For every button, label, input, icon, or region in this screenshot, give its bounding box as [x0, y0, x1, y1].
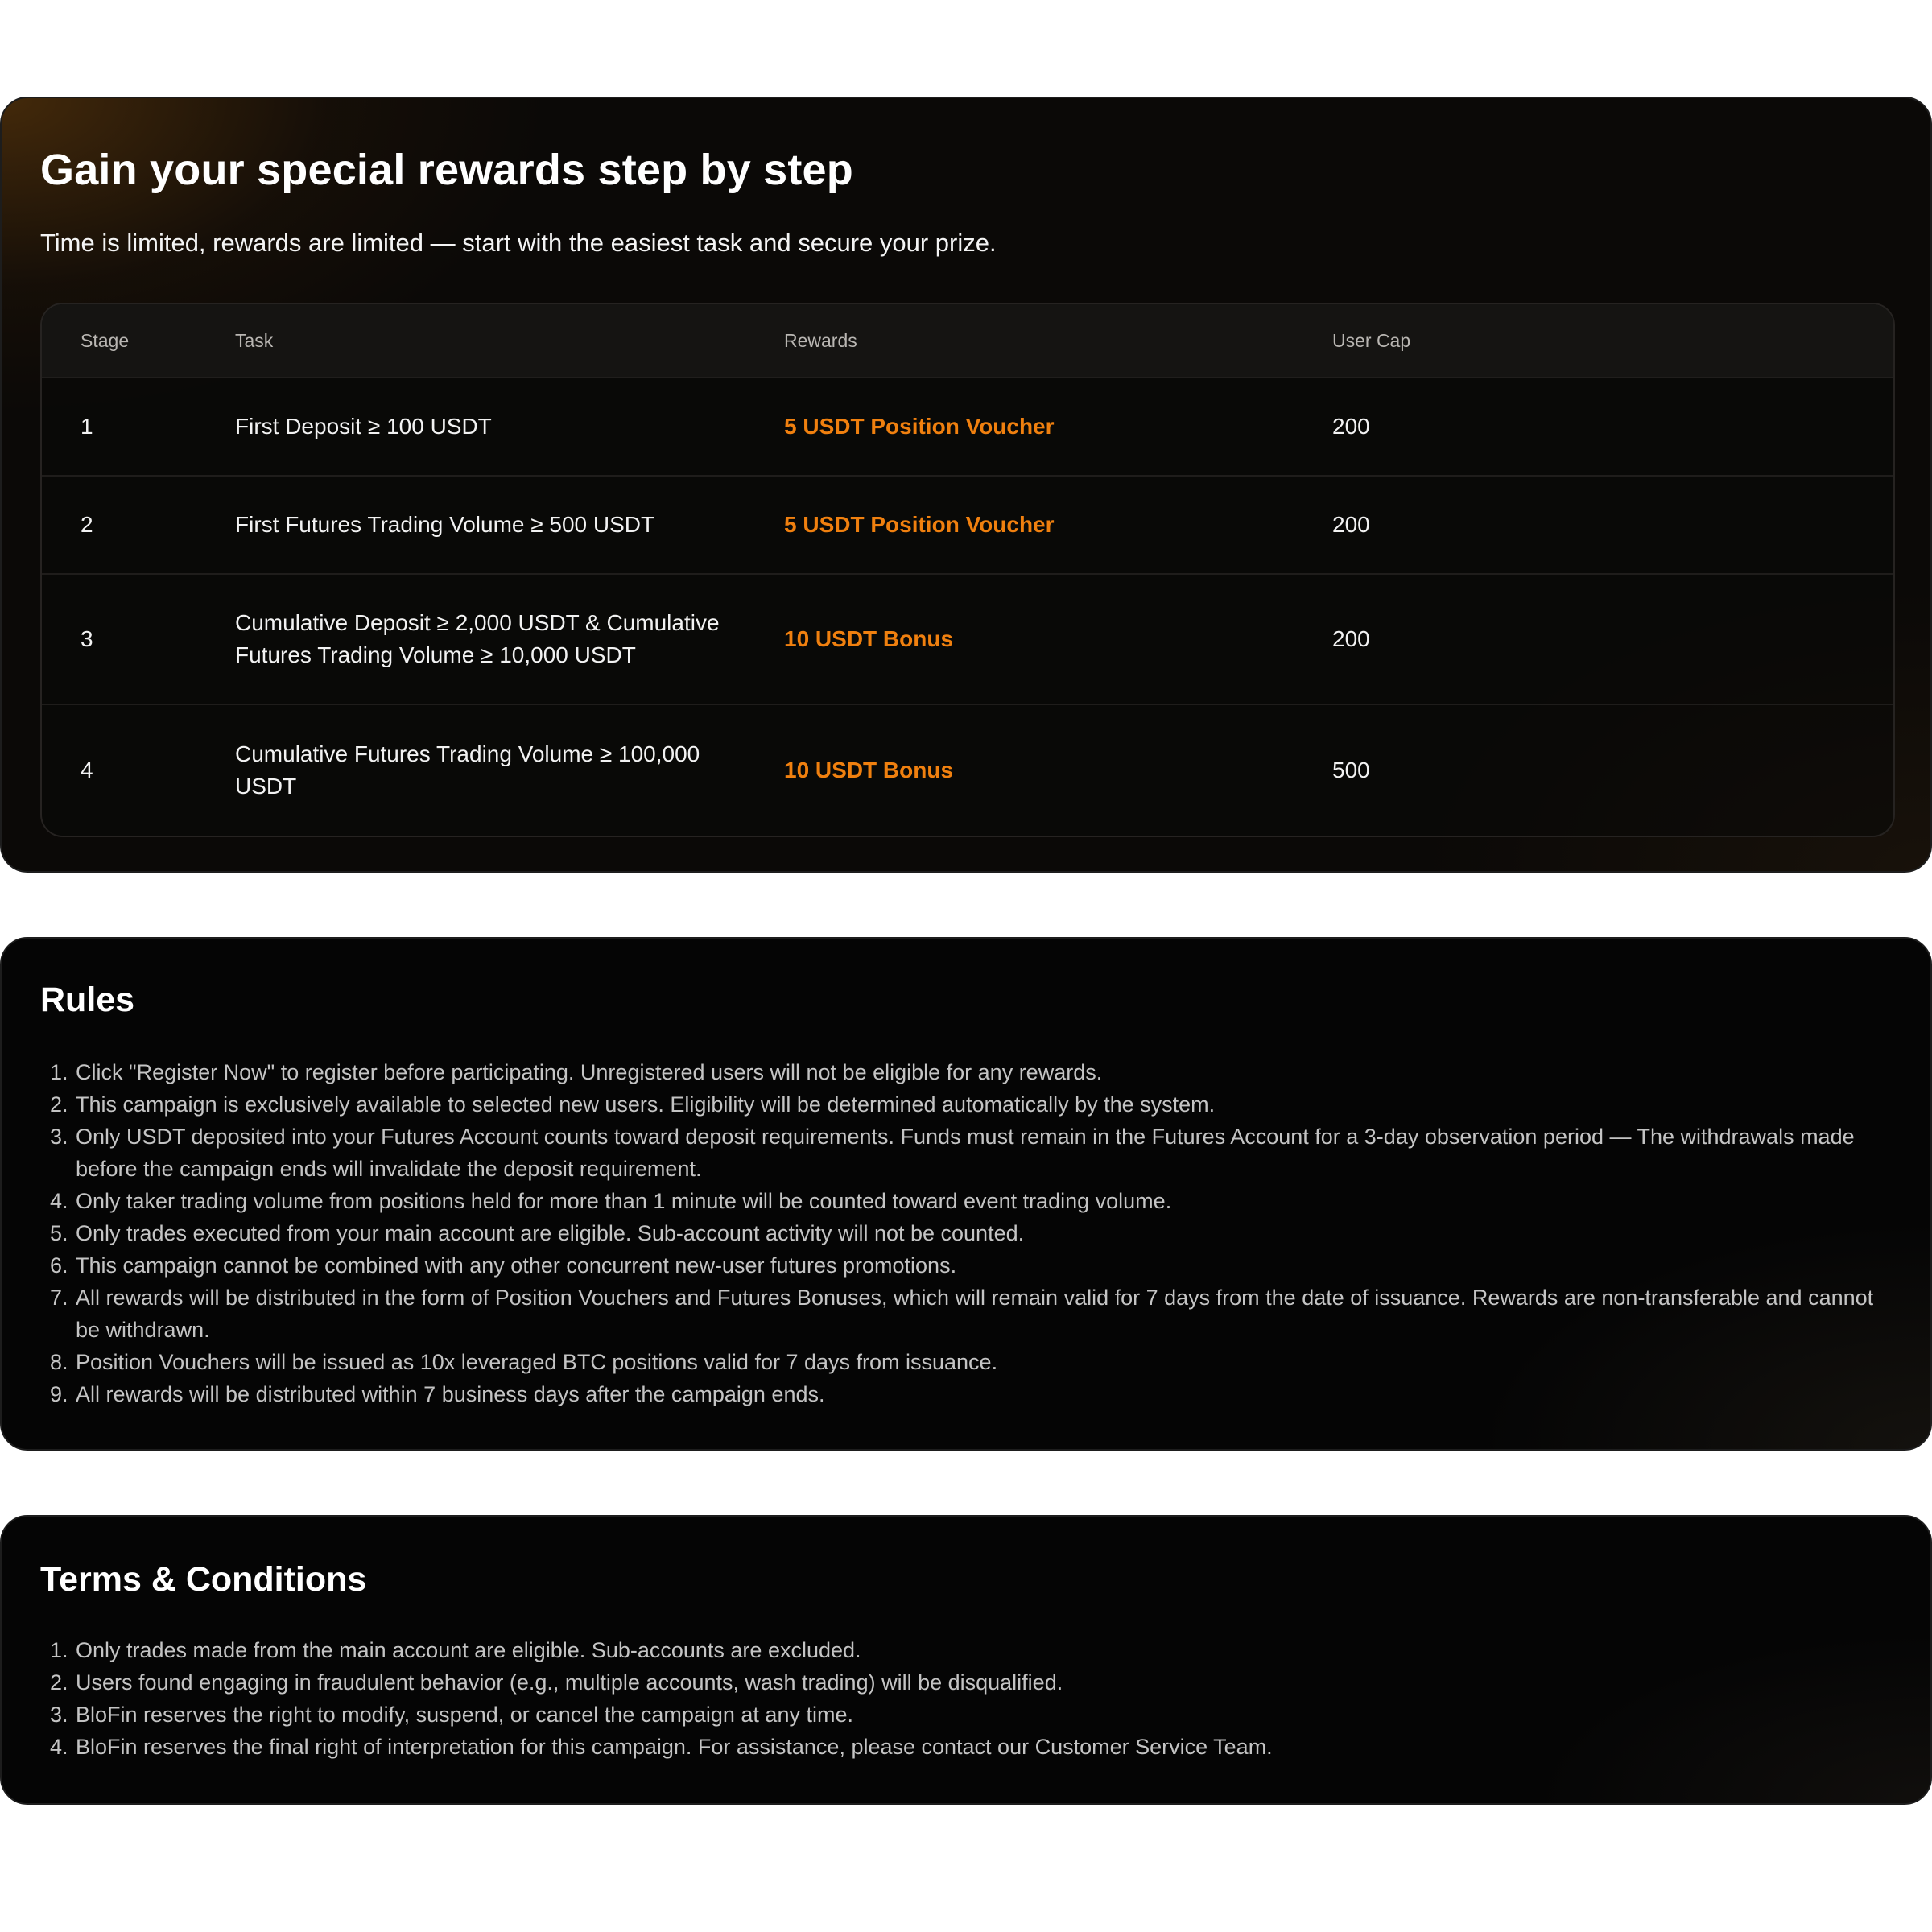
- list-item: All rewards will be distributed in the f…: [74, 1282, 1898, 1346]
- terms-card: Terms & Conditions Only trades made from…: [0, 1515, 1932, 1805]
- list-item: Only USDT deposited into your Futures Ac…: [74, 1121, 1898, 1185]
- row-task: First Deposit ≥ 100 USDT: [235, 414, 492, 439]
- row-task: First Futures Trading Volume ≥ 500 USDT: [235, 512, 655, 537]
- list-item: Users found engaging in fraudulent behav…: [74, 1666, 1898, 1699]
- header-user-cap: User Cap: [1332, 329, 1411, 351]
- row-user-cap: 500: [1332, 758, 1370, 782]
- list-item: This campaign cannot be combined with an…: [74, 1249, 1898, 1282]
- rules-title: Rules: [40, 980, 135, 1019]
- list-item: Only trades executed from your main acco…: [74, 1217, 1898, 1249]
- row-stage: 2: [80, 512, 93, 537]
- header-task: Task: [235, 329, 274, 351]
- table-row: 4 Cumulative Futures Trading Volume ≥ 10…: [42, 705, 1893, 836]
- list-item: This campaign is exclusively available t…: [74, 1088, 1898, 1121]
- header-rewards: Rewards: [784, 329, 857, 351]
- rewards-subtitle: Time is limited, rewards are limited — s…: [40, 229, 997, 257]
- row-reward: 5 USDT Position Voucher: [784, 414, 1055, 439]
- row-reward: 10 USDT Bonus: [784, 758, 954, 782]
- rules-list: Click "Register Now" to register before …: [43, 1056, 1898, 1410]
- header-stage: Stage: [80, 329, 130, 351]
- rewards-table: Stage Task Rewards User Cap 1 First Depo…: [40, 303, 1895, 837]
- row-task: Cumulative Futures Trading Volume ≥ 100,…: [235, 741, 700, 799]
- row-user-cap: 200: [1332, 626, 1370, 651]
- list-item: Click "Register Now" to register before …: [74, 1056, 1898, 1088]
- list-item: All rewards will be distributed within 7…: [74, 1378, 1898, 1410]
- list-item: BloFin reserves the final right of inter…: [74, 1731, 1898, 1763]
- row-reward: 10 USDT Bonus: [784, 626, 954, 651]
- row-stage: 1: [80, 414, 93, 439]
- rules-card: Rules Click "Register Now" to register b…: [0, 937, 1932, 1451]
- row-user-cap: 200: [1332, 512, 1370, 537]
- list-item: Only trades made from the main account a…: [74, 1634, 1898, 1666]
- rewards-title: Gain your special rewards step by step: [40, 146, 853, 194]
- row-stage: 4: [80, 758, 93, 782]
- row-reward: 5 USDT Position Voucher: [784, 512, 1055, 537]
- table-row: 2 First Futures Trading Volume ≥ 500 USD…: [42, 477, 1893, 575]
- terms-title: Terms & Conditions: [40, 1560, 367, 1599]
- list-item: BloFin reserves the right to modify, sus…: [74, 1699, 1898, 1731]
- list-item: Only taker trading volume from positions…: [74, 1185, 1898, 1217]
- list-item: Position Vouchers will be issued as 10x …: [74, 1346, 1898, 1378]
- row-user-cap: 200: [1332, 414, 1370, 439]
- rewards-card: Gain your special rewards step by step T…: [0, 97, 1932, 873]
- table-row: 3 Cumulative Deposit ≥ 2,000 USDT & Cumu…: [42, 575, 1893, 705]
- table-row: 1 First Deposit ≥ 100 USDT 5 USDT Positi…: [42, 378, 1893, 477]
- row-stage: 3: [80, 626, 93, 651]
- row-task: Cumulative Deposit ≥ 2,000 USDT & Cumula…: [235, 610, 720, 667]
- table-header-row: Stage Task Rewards User Cap: [42, 304, 1893, 378]
- terms-list: Only trades made from the main account a…: [43, 1634, 1898, 1763]
